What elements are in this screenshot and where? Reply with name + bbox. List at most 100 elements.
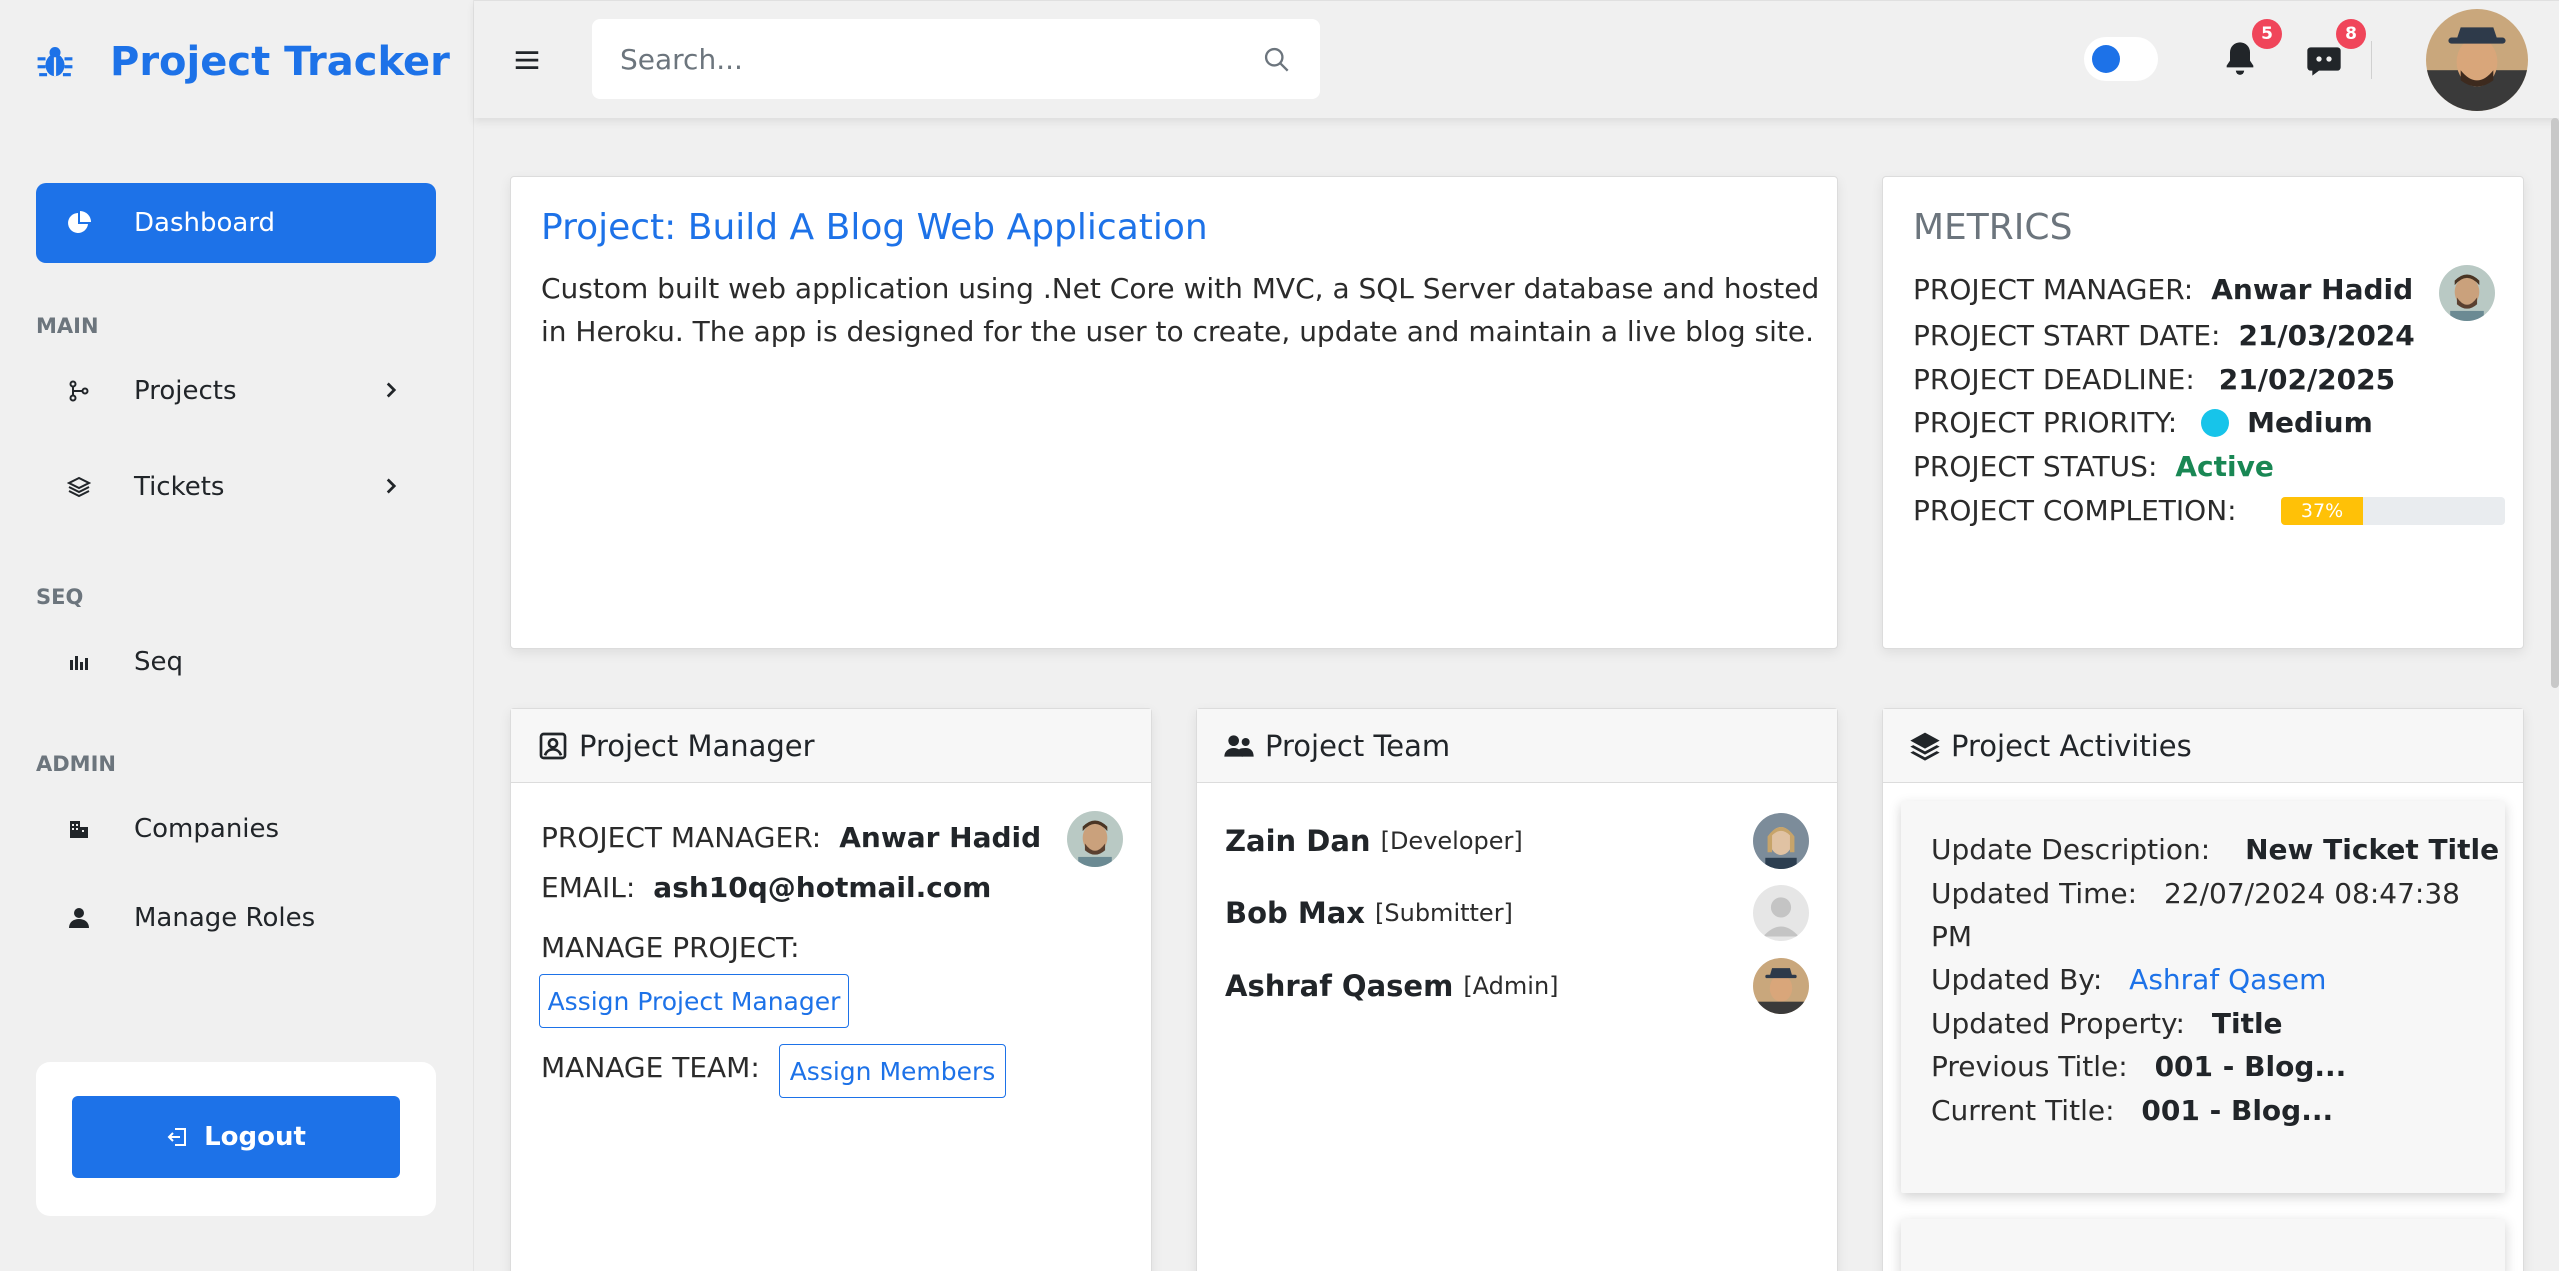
theme-toggle[interactable] xyxy=(2084,37,2158,81)
project-card: Project: Build A Blog Web Application Cu… xyxy=(510,176,1838,649)
metrics-title: METRICS xyxy=(1913,207,2073,248)
metric-completion-label: PROJECT COMPLETION: xyxy=(1913,494,2237,527)
team-member-avatar-image xyxy=(1753,958,1809,1014)
metric-status-label: PROJECT STATUS: xyxy=(1913,450,2158,483)
section-label-admin: ADMIN xyxy=(36,752,116,776)
building-icon xyxy=(66,816,92,842)
manager-avatar xyxy=(2439,265,2495,321)
sidebar-item-label: Dashboard xyxy=(134,208,276,238)
activity-property-value: Title xyxy=(2211,1007,2283,1040)
project-team-card-header: Project Team xyxy=(1197,709,1837,783)
sidebar-item-seq[interactable]: Seq xyxy=(36,622,436,702)
search-input[interactable] xyxy=(620,19,1220,99)
pm-manager-label: PROJECT MANAGER: xyxy=(541,821,822,854)
team-member-role: [Developer] xyxy=(1380,827,1523,855)
metric-manager: PROJECT MANAGER: Anwar Hadid xyxy=(1913,273,2413,306)
project-title: Project: Build A Blog Web Application xyxy=(541,207,1208,248)
user-avatar-image xyxy=(2426,9,2528,111)
logout-button[interactable]: Logout xyxy=(72,1096,400,1178)
pm-manager-value: Anwar Hadid xyxy=(839,821,1042,854)
metric-start-value: 21/03/2024 xyxy=(2238,319,2415,352)
team-member-avatar xyxy=(1753,885,1809,941)
project-activities-card-title: Project Activities xyxy=(1951,728,2192,763)
project-description: Custom built web application using .Net … xyxy=(541,272,1820,348)
pm-email-label: EMAIL: xyxy=(541,871,636,904)
search-box xyxy=(592,19,1320,99)
assign-project-manager-button[interactable]: Assign Project Manager xyxy=(539,974,849,1028)
logout-card: Logout xyxy=(36,1062,436,1216)
chevron-right-icon xyxy=(386,382,397,398)
pm-email-row: EMAIL: ash10q@hotmail.com xyxy=(541,871,991,904)
team-member-avatar-image xyxy=(1753,813,1809,869)
metric-manager-value: Anwar Hadid xyxy=(2211,273,2414,306)
toggle-knob xyxy=(2092,45,2120,73)
activity-current-label: Current Title: xyxy=(1931,1094,2115,1127)
sidebar-item-dashboard[interactable]: Dashboard xyxy=(36,183,436,263)
logout-label: Logout xyxy=(204,1122,306,1152)
activity-entry xyxy=(1901,1219,2505,1271)
activity-by-link[interactable]: Ashraf Qasem xyxy=(2129,963,2326,996)
metric-priority-value: Medium xyxy=(2247,406,2373,439)
activity-time-label: Updated Time: xyxy=(1931,877,2138,910)
team-member-role: [Submitter] xyxy=(1375,899,1513,927)
pm-manager-row: PROJECT MANAGER: Anwar Hadid xyxy=(541,821,1041,854)
chevron-right-icon xyxy=(386,478,397,494)
search-icon[interactable] xyxy=(1262,45,1290,73)
activity-current-title: Current Title: 001 - Blog... xyxy=(1931,1094,2333,1127)
manager-avatar-image xyxy=(2439,265,2495,321)
messages-badge: 8 xyxy=(2336,19,2366,49)
sidebar-item-tickets[interactable]: Tickets xyxy=(36,447,436,527)
sidebar-item-label: Projects xyxy=(134,376,237,406)
activity-description: Update Description: New Ticket Title xyxy=(1931,833,2499,866)
pm-avatar-image xyxy=(1067,811,1123,867)
metric-deadline-label: PROJECT DEADLINE: xyxy=(1913,363,2195,396)
pm-email-value: ash10q@hotmail.com xyxy=(653,871,992,904)
bar-chart-icon xyxy=(66,649,92,675)
project-team-card: Project Team Zain Dan [Developer] Bob Ma… xyxy=(1196,708,1838,1271)
notifications-button[interactable]: 5 xyxy=(2220,19,2282,79)
sidebar: Project Tracker Dashboard MAIN Projects … xyxy=(0,0,474,1271)
priority-indicator xyxy=(2201,408,2230,437)
bug-icon xyxy=(37,46,73,77)
layers-icon xyxy=(1910,732,1940,761)
team-member[interactable]: Bob Max [Submitter] xyxy=(1225,885,1809,941)
team-member-name: Zain Dan xyxy=(1225,824,1371,858)
divider xyxy=(2371,41,2372,79)
activity-current-value: 001 - Blog... xyxy=(2141,1094,2334,1127)
metric-priority-label: PROJECT PRIORITY: xyxy=(1913,406,2178,439)
section-label-main: MAIN xyxy=(36,314,99,338)
hamburger-menu-icon[interactable] xyxy=(512,45,542,75)
user-avatar[interactable] xyxy=(2426,9,2528,111)
scrollbar[interactable] xyxy=(2551,118,2559,688)
manage-project-label: MANAGE PROJECT: xyxy=(541,931,800,964)
team-member[interactable]: Ashraf Qasem [Admin] xyxy=(1225,958,1809,1014)
topbar: 5 8 xyxy=(474,0,2559,118)
sidebar-item-companies[interactable]: Companies xyxy=(36,789,436,869)
bell-icon xyxy=(2226,42,2254,75)
sidebar-item-projects[interactable]: Projects xyxy=(36,351,436,431)
notifications-badge: 5 xyxy=(2252,19,2282,49)
metric-status: PROJECT STATUS: Active xyxy=(1913,450,2274,483)
sidebar-item-manage-roles[interactable]: Manage Roles xyxy=(36,878,436,958)
team-member-name: Ashraf Qasem xyxy=(1225,969,1454,1003)
sidebar-item-label: Manage Roles xyxy=(134,903,316,933)
pie-chart-icon xyxy=(66,210,92,236)
git-branch-icon xyxy=(66,378,92,404)
project-activities-card-header: Project Activities xyxy=(1883,709,2523,783)
completion-progress-bar: 37% xyxy=(2280,496,2505,525)
sidebar-item-label: Seq xyxy=(134,647,184,677)
metric-completion: PROJECT COMPLETION: 37% xyxy=(1913,494,2505,527)
brand[interactable]: Project Tracker xyxy=(36,32,450,92)
messages-button[interactable]: 8 xyxy=(2304,19,2366,79)
sidebar-item-label: Tickets xyxy=(134,472,225,502)
activity-previous-label: Previous Title: xyxy=(1931,1050,2128,1083)
activity-property: Updated Property: Title xyxy=(1931,1007,2283,1040)
project-manager-card-header: Project Manager xyxy=(511,709,1151,783)
team-member[interactable]: Zain Dan [Developer] xyxy=(1225,813,1809,869)
activity-previous-title: Previous Title: 001 - Blog... xyxy=(1931,1050,2346,1083)
assign-members-button[interactable]: Assign Members xyxy=(779,1044,1006,1098)
team-member-avatar xyxy=(1753,813,1809,869)
activity-time: Updated Time: 22/07/2024 08:47:38 xyxy=(1931,877,2460,910)
activity-by-label: Updated By: xyxy=(1931,963,2103,996)
project-team-card-title: Project Team xyxy=(1265,728,1451,763)
